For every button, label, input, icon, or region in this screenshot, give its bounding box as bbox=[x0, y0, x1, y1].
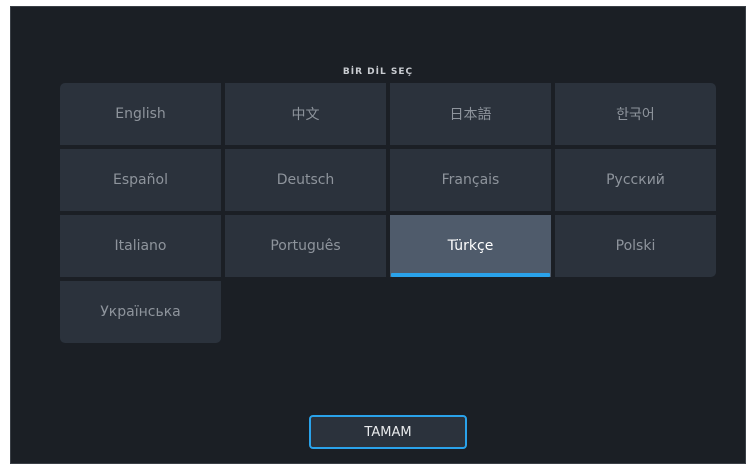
language-select-screen: BİR DİL SEÇ English 中文 日本語 한국어 Español D… bbox=[10, 6, 746, 464]
language-option-chinese[interactable]: 中文 bbox=[225, 83, 386, 145]
language-option-japanese[interactable]: 日本語 bbox=[390, 83, 551, 145]
language-label: Português bbox=[270, 238, 341, 254]
language-label: 日本語 bbox=[449, 107, 492, 123]
language-option-turkish[interactable]: Türkçe bbox=[390, 215, 551, 277]
language-grid: English 中文 日本語 한국어 Español Deutsch Franç… bbox=[60, 83, 716, 345]
language-option-english[interactable]: English bbox=[60, 83, 221, 145]
ok-button[interactable]: TAMAM bbox=[309, 415, 467, 449]
language-label: Русский bbox=[606, 172, 665, 188]
language-label: Polski bbox=[615, 238, 656, 254]
language-label: 한국어 bbox=[616, 107, 655, 123]
language-label: Español bbox=[113, 172, 168, 188]
language-option-ukrainian[interactable]: Українська bbox=[60, 281, 221, 343]
language-option-portuguese[interactable]: Português bbox=[225, 215, 386, 277]
language-option-korean[interactable]: 한국어 bbox=[555, 83, 716, 145]
language-option-italian[interactable]: Italiano bbox=[60, 215, 221, 277]
language-label: Türkçe bbox=[447, 238, 494, 254]
language-label: English bbox=[115, 106, 166, 122]
language-option-polish[interactable]: Polski bbox=[555, 215, 716, 277]
selected-indicator bbox=[391, 273, 550, 277]
language-label: Українська bbox=[100, 304, 181, 320]
language-option-german[interactable]: Deutsch bbox=[225, 149, 386, 211]
language-label: Italiano bbox=[114, 238, 167, 254]
language-label: Français bbox=[441, 172, 500, 188]
language-option-russian[interactable]: Русский bbox=[555, 149, 716, 211]
language-option-spanish[interactable]: Español bbox=[60, 149, 221, 211]
language-label: 中文 bbox=[291, 107, 320, 123]
language-option-french[interactable]: Français bbox=[390, 149, 551, 211]
page-title: BİR DİL SEÇ bbox=[342, 67, 414, 77]
language-label: Deutsch bbox=[276, 172, 335, 188]
